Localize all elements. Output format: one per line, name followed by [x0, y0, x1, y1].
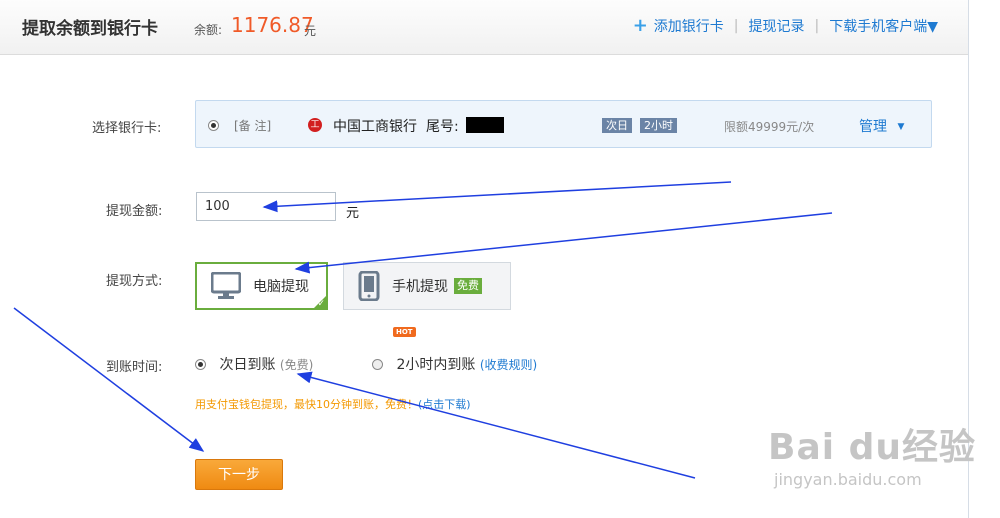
promo-text: 用支付宝钱包提现，最快10分钟到账，免费！(点击下载)	[195, 396, 471, 412]
amount-label: 提现金额:	[106, 204, 163, 219]
mobile-withdraw-label: 手机提现	[392, 279, 448, 295]
caret-down-icon: ▼	[897, 122, 905, 132]
icbc-logo-icon: 工	[308, 118, 322, 132]
mobile-withdraw-option[interactable]: 手机提现 免费	[343, 262, 511, 310]
watermark-url: jingyan.baidu.com	[774, 470, 922, 489]
divider: |	[733, 18, 739, 34]
fee-rules-link[interactable]: (收费规则)	[480, 358, 537, 372]
balance-value: 1176.87	[231, 13, 314, 37]
manage-dropdown[interactable]: 管理 ▼	[859, 116, 904, 136]
phone-icon	[358, 271, 380, 301]
page-title: 提取余额到银行卡	[22, 19, 158, 39]
two-hour-label: 2小时内到账	[396, 357, 476, 373]
promo-download-link[interactable]: (点击下载)	[418, 398, 471, 411]
header-links: + 添加银行卡 | 提现记录 | 下载手机客户端▼	[633, 16, 938, 36]
card-note[interactable]: [备 注]	[234, 117, 271, 134]
amount-input[interactable]: 100	[196, 192, 336, 221]
divider: |	[814, 18, 820, 34]
two-hour-radio[interactable]	[372, 359, 383, 370]
promo-message: 用支付宝钱包提现，最快10分钟到账，免费！	[195, 398, 418, 411]
card-label: 选择银行卡:	[92, 121, 162, 136]
watermark-brand: Bai du经验	[768, 427, 977, 468]
tag-two-hours: 2小时	[640, 118, 677, 133]
two-hour-option[interactable]: 2小时内到账 (收费规则)	[372, 354, 537, 374]
card-limit: 限额49999元/次	[724, 120, 815, 134]
next-day-radio[interactable]	[195, 359, 206, 370]
hot-badge: HOT	[393, 327, 416, 337]
bank-name: 中国工商银行	[333, 119, 417, 135]
manage-label: 管理	[859, 119, 887, 135]
method-label: 提现方式:	[106, 274, 163, 289]
masked-card-number	[466, 117, 504, 133]
add-bank-card-link[interactable]: 添加银行卡	[654, 16, 724, 36]
check-icon: ✓	[317, 299, 325, 309]
balance-label: 余额:	[194, 23, 223, 37]
pc-withdraw-label: 电脑提现	[253, 279, 309, 295]
amount-unit: 元	[346, 206, 360, 221]
next-day-label: 次日到账	[219, 357, 276, 373]
card-tail-label: 尾号:	[426, 119, 459, 135]
pc-withdraw-option[interactable]: 电脑提现 ✓	[195, 262, 328, 310]
monitor-icon	[211, 272, 241, 300]
tag-next-day: 次日	[602, 118, 632, 133]
next-day-option[interactable]: 次日到账 (免费)	[195, 354, 313, 374]
next-day-sub: (免费)	[279, 358, 314, 372]
free-badge: 免费	[454, 278, 482, 294]
balance-unit: 元	[304, 24, 317, 38]
baidu-watermark: Bai du经验 jingyan.baidu.com	[768, 418, 976, 489]
page-header: 提取余额到银行卡 余额: 1176.87 元 + 添加银行卡 | 提现记录 | …	[0, 0, 968, 55]
download-client-link[interactable]: 下载手机客户端▼	[829, 16, 938, 36]
next-step-button[interactable]: 下一步	[195, 459, 283, 490]
bank-card-option[interactable]: [备 注] 工 中国工商银行 尾号: 次日 2小时 限额49999元/次 管理 …	[195, 100, 932, 148]
time-label: 到账时间:	[106, 360, 163, 375]
plus-icon: +	[632, 15, 648, 36]
withdraw-history-link[interactable]: 提现记录	[749, 16, 805, 36]
card-radio[interactable]	[208, 120, 219, 131]
